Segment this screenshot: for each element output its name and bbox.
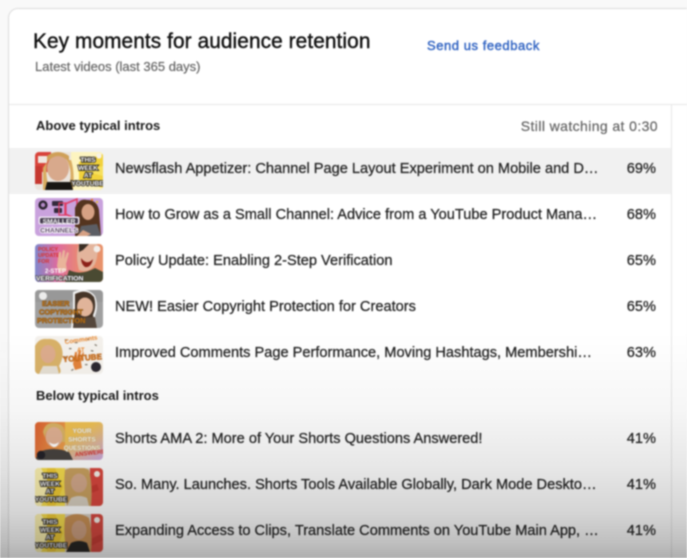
svg-text:2-STEP: 2-STEP <box>45 269 66 275</box>
svg-text:WEEK: WEEK <box>78 165 98 172</box>
svg-text:PROTECTION: PROTECTION <box>37 316 85 325</box>
svg-text:THIS: THIS <box>42 473 58 480</box>
svg-text:YOUR: YOUR <box>72 428 91 435</box>
svg-text:AT: AT <box>46 489 54 496</box>
svg-text:THIS: THIS <box>42 519 58 526</box>
svg-text:WEEK: WEEK <box>40 527 60 534</box>
svg-text:FOR: FOR <box>38 259 49 265</box>
svg-text:SHORTS: SHORTS <box>68 437 96 444</box>
svg-text:CHANNELS: CHANNELS <box>40 228 78 235</box>
svg-text:YOUTUBE: YOUTUBE <box>35 497 68 504</box>
svg-text:YOUTUBE: YOUTUBE <box>35 543 68 550</box>
svg-text:YOUTUBE: YOUTUBE <box>71 181 103 188</box>
svg-text:AT: AT <box>46 535 54 542</box>
svg-text:WEEK: WEEK <box>40 481 60 488</box>
svg-text:THIS: THIS <box>80 157 96 164</box>
svg-text:VERIFICATION: VERIFICATION <box>36 276 84 283</box>
svg-text:AT: AT <box>84 173 92 180</box>
svg-text:SMALLER: SMALLER <box>43 219 76 226</box>
